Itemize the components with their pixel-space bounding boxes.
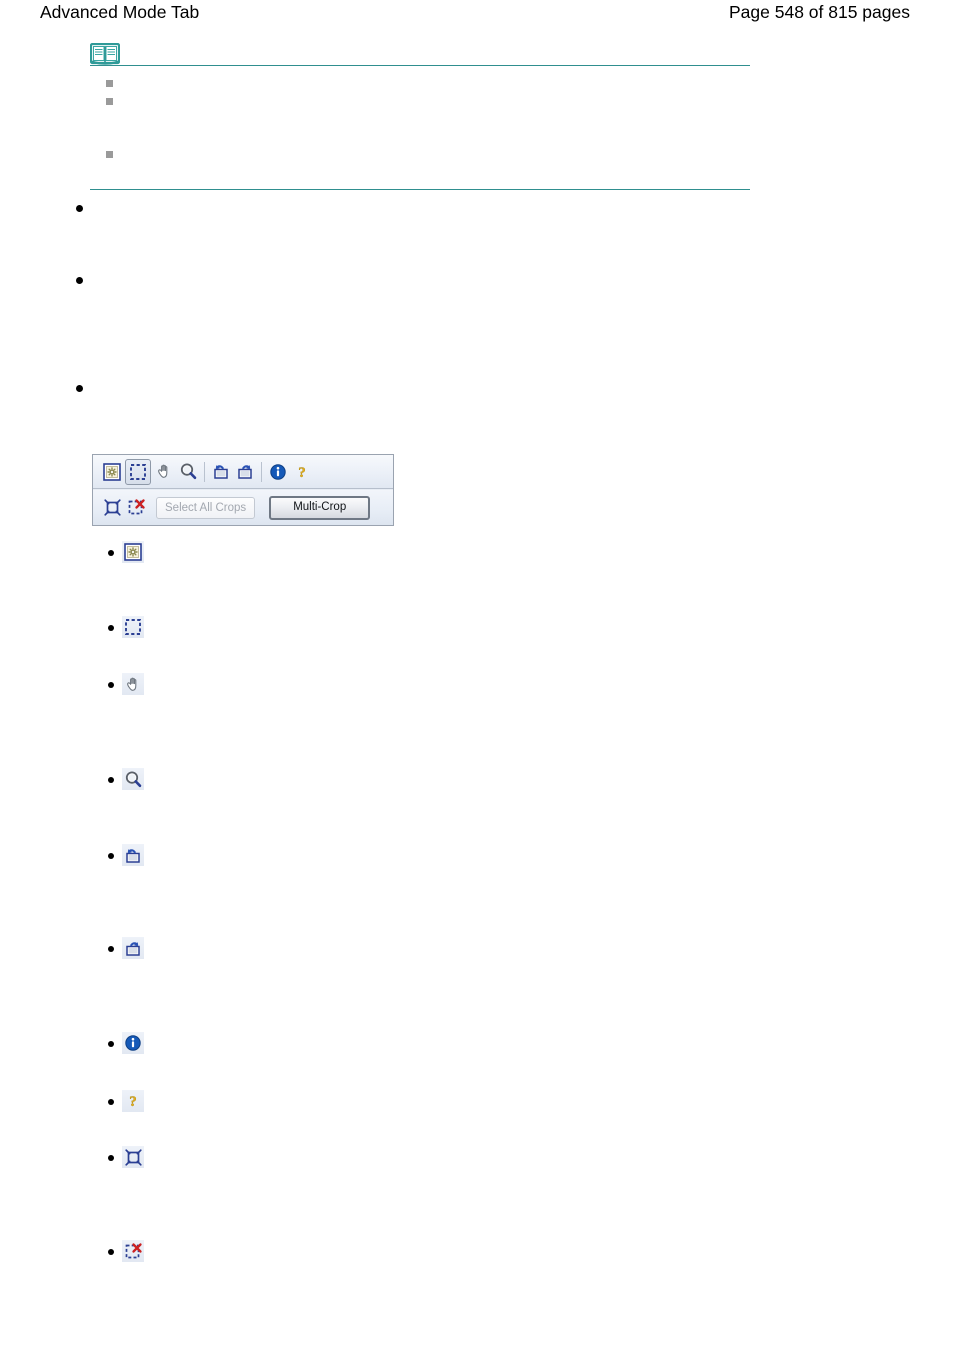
- note-rule-bottom: [90, 189, 750, 190]
- information-icon[interactable]: [122, 1032, 144, 1054]
- note-rule-top: [90, 65, 750, 66]
- auto-crop-icon[interactable]: [101, 461, 123, 483]
- help-question-icon[interactable]: ?: [291, 461, 313, 483]
- crop-selection-icon[interactable]: [122, 616, 144, 638]
- toolbar-separator: [261, 461, 262, 482]
- information-icon[interactable]: [267, 461, 289, 483]
- legend-bullet: [108, 946, 114, 952]
- legend-bullet: [108, 853, 114, 859]
- move-hand-icon[interactable]: [153, 461, 175, 483]
- crop-selection-icon[interactable]: [125, 458, 151, 485]
- toolbar-separator: [204, 461, 205, 482]
- select-all-crops-icon[interactable]: [122, 1146, 144, 1168]
- toolbar-row-secondary: Select All Crops Multi-Crop: [93, 490, 393, 525]
- rotate-right-icon[interactable]: [122, 937, 144, 959]
- body-bullet: [76, 205, 83, 212]
- note-square-bullet: [106, 98, 113, 105]
- legend-bullet: [108, 1041, 114, 1047]
- legend-bullet: [108, 1249, 114, 1255]
- open-book-icon: [90, 43, 120, 65]
- legend-item-auto-crop: [0, 541, 400, 565]
- auto-crop-icon[interactable]: [122, 541, 144, 563]
- select-all-crops-icon[interactable]: [101, 497, 123, 519]
- legend-bullet: [108, 1099, 114, 1105]
- svg-text:?: ?: [298, 465, 306, 481]
- legend-item-clear-crop: [0, 1240, 400, 1264]
- svg-text:?: ?: [129, 1094, 137, 1110]
- page-header: Advanced Mode Tab Page 548 of 815 pages: [0, 0, 954, 26]
- legend-item-select-all-crops: [0, 1146, 400, 1170]
- zoom-magnifier-icon[interactable]: [177, 461, 199, 483]
- clear-crop-icon[interactable]: [125, 497, 147, 519]
- legend-bullet: [108, 625, 114, 631]
- legend-bullet: [108, 777, 114, 783]
- page-number-indicator: Page 548 of 815 pages: [729, 2, 910, 22]
- rotate-left-icon[interactable]: [122, 844, 144, 866]
- legend-bullet: [108, 550, 114, 556]
- legend-item-crop-selection: [0, 616, 400, 640]
- clear-crop-icon[interactable]: [122, 1240, 144, 1262]
- body-bullet: [76, 277, 83, 284]
- body-bullet: [76, 385, 83, 392]
- zoom-magnifier-icon[interactable]: [122, 768, 144, 790]
- help-question-icon[interactable]: ?: [122, 1090, 144, 1112]
- legend-item-rotate-left: [0, 844, 400, 868]
- legend-item-zoom: [0, 768, 400, 792]
- legend-item-help: ?: [0, 1090, 400, 1114]
- rotate-left-icon[interactable]: [210, 461, 232, 483]
- legend-bullet: [108, 1155, 114, 1161]
- legend-bullet: [108, 682, 114, 688]
- note-callout-box: [90, 40, 750, 190]
- toolbar-row-primary: ?: [93, 455, 393, 489]
- legend-item-move-hand: [0, 673, 400, 697]
- note-square-bullet: [106, 151, 113, 158]
- page-title: Advanced Mode Tab: [40, 2, 200, 22]
- note-square-bullet: [106, 80, 113, 87]
- legend-item-information: [0, 1032, 400, 1056]
- rotate-right-icon[interactable]: [234, 461, 256, 483]
- move-hand-icon[interactable]: [122, 673, 144, 695]
- legend-item-rotate-right: [0, 937, 400, 961]
- select-all-crops-button[interactable]: Select All Crops: [156, 496, 256, 519]
- multi-crop-button[interactable]: Multi-Crop: [269, 495, 371, 520]
- toolbar-figure: ? Select All Crops Multi-Crop: [92, 454, 394, 526]
